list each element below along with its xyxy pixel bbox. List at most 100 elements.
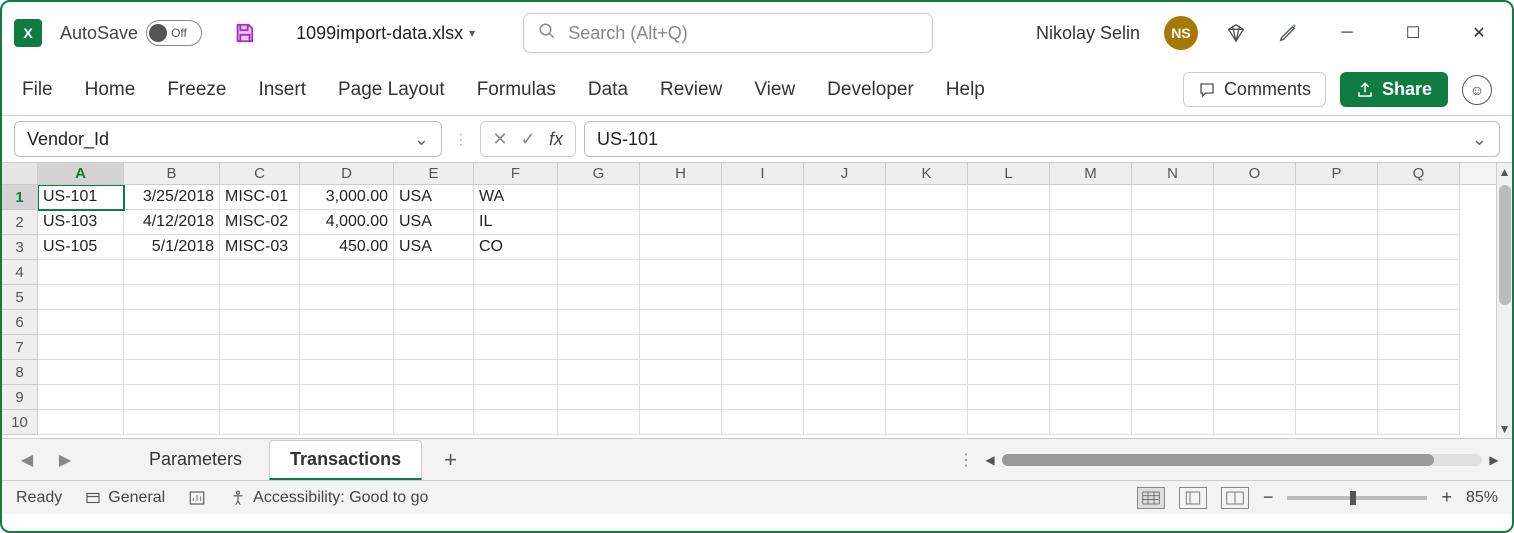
cell-A4[interactable] — [38, 260, 124, 285]
cell-L3[interactable] — [968, 235, 1050, 260]
cell-M9[interactable] — [1050, 385, 1132, 410]
zoom-in-button[interactable]: + — [1441, 487, 1452, 508]
zoom-out-button[interactable]: − — [1263, 487, 1274, 508]
col-header-I[interactable]: I — [722, 163, 804, 184]
cell-I9[interactable] — [722, 385, 804, 410]
cell-I1[interactable] — [722, 185, 804, 210]
horizontal-scrollbar[interactable]: ◀ ▶ — [982, 452, 1502, 468]
row-header-6[interactable]: 6 — [2, 310, 38, 335]
cell-B2[interactable]: 4/12/2018 — [124, 210, 220, 235]
cell-D10[interactable] — [300, 410, 394, 435]
cell-E4[interactable] — [394, 260, 474, 285]
cell-P4[interactable] — [1296, 260, 1378, 285]
cell-F7[interactable] — [474, 335, 558, 360]
stats-icon[interactable] — [187, 489, 207, 507]
cell-E6[interactable] — [394, 310, 474, 335]
maximize-button[interactable]: ☐ — [1392, 23, 1434, 43]
cell-J4[interactable] — [804, 260, 886, 285]
row-header-2[interactable]: 2 — [2, 210, 38, 235]
cell-B6[interactable] — [124, 310, 220, 335]
cell-O6[interactable] — [1214, 310, 1296, 335]
col-header-M[interactable]: M — [1050, 163, 1132, 184]
cell-O1[interactable] — [1214, 185, 1296, 210]
col-header-J[interactable]: J — [804, 163, 886, 184]
cell-J2[interactable] — [804, 210, 886, 235]
cell-O8[interactable] — [1214, 360, 1296, 385]
cell-B9[interactable] — [124, 385, 220, 410]
cells-area[interactable]: US-1013/25/2018MISC-013,000.00USAWAUS-10… — [38, 185, 1496, 438]
cell-M2[interactable] — [1050, 210, 1132, 235]
row-header-7[interactable]: 7 — [2, 335, 38, 360]
page-layout-view-button[interactable] — [1179, 487, 1207, 509]
cell-N5[interactable] — [1132, 285, 1214, 310]
cell-P1[interactable] — [1296, 185, 1378, 210]
cell-Q4[interactable] — [1378, 260, 1460, 285]
cell-G5[interactable] — [558, 285, 640, 310]
ribbon-tab-file[interactable]: File — [22, 79, 53, 101]
normal-view-button[interactable] — [1137, 487, 1165, 509]
cell-N3[interactable] — [1132, 235, 1214, 260]
cell-E9[interactable] — [394, 385, 474, 410]
cell-E10[interactable] — [394, 410, 474, 435]
cell-D7[interactable] — [300, 335, 394, 360]
cell-M8[interactable] — [1050, 360, 1132, 385]
ribbon-tab-home[interactable]: Home — [85, 79, 136, 101]
cell-Q6[interactable] — [1378, 310, 1460, 335]
cell-G6[interactable] — [558, 310, 640, 335]
cell-G10[interactable] — [558, 410, 640, 435]
col-header-B[interactable]: B — [124, 163, 220, 184]
cell-E7[interactable] — [394, 335, 474, 360]
cell-I6[interactable] — [722, 310, 804, 335]
cell-C2[interactable]: MISC-02 — [220, 210, 300, 235]
cell-M10[interactable] — [1050, 410, 1132, 435]
hscroll-thumb[interactable] — [1002, 454, 1434, 466]
cell-O9[interactable] — [1214, 385, 1296, 410]
row-header-5[interactable]: 5 — [2, 285, 38, 310]
cell-I8[interactable] — [722, 360, 804, 385]
col-header-H[interactable]: H — [640, 163, 722, 184]
more-options-icon[interactable]: ⋮ — [958, 450, 974, 470]
share-button[interactable]: Share — [1340, 72, 1448, 107]
col-header-F[interactable]: F — [474, 163, 558, 184]
cell-P8[interactable] — [1296, 360, 1378, 385]
col-header-K[interactable]: K — [886, 163, 968, 184]
accept-formula-button[interactable]: ✓ — [515, 129, 541, 150]
cell-L9[interactable] — [968, 385, 1050, 410]
expand-formula-icon[interactable]: ⌄ — [1472, 129, 1487, 150]
cell-C4[interactable] — [220, 260, 300, 285]
vscroll-thumb[interactable] — [1499, 185, 1511, 305]
row-header-8[interactable]: 8 — [2, 360, 38, 385]
cell-J9[interactable] — [804, 385, 886, 410]
cell-B7[interactable] — [124, 335, 220, 360]
cell-H5[interactable] — [640, 285, 722, 310]
cell-E1[interactable]: USA — [394, 185, 474, 210]
row-header-1[interactable]: 1 — [2, 185, 38, 210]
cell-B10[interactable] — [124, 410, 220, 435]
cell-F5[interactable] — [474, 285, 558, 310]
cell-N6[interactable] — [1132, 310, 1214, 335]
cell-F6[interactable] — [474, 310, 558, 335]
cell-O4[interactable] — [1214, 260, 1296, 285]
name-box[interactable]: Vendor_Id ⌄ — [14, 121, 442, 157]
cell-Q8[interactable] — [1378, 360, 1460, 385]
cell-A8[interactable] — [38, 360, 124, 385]
ribbon-tab-developer[interactable]: Developer — [827, 79, 914, 101]
cell-N7[interactable] — [1132, 335, 1214, 360]
ribbon-tab-review[interactable]: Review — [660, 79, 722, 101]
cell-Q7[interactable] — [1378, 335, 1460, 360]
cell-A7[interactable] — [38, 335, 124, 360]
col-header-L[interactable]: L — [968, 163, 1050, 184]
cell-M3[interactable] — [1050, 235, 1132, 260]
scroll-down-icon[interactable]: ▼ — [1497, 420, 1513, 438]
cell-A1[interactable]: US-101 — [38, 185, 124, 210]
row-header-9[interactable]: 9 — [2, 385, 38, 410]
cell-D6[interactable] — [300, 310, 394, 335]
zoom-knob[interactable] — [1350, 491, 1356, 505]
cell-O10[interactable] — [1214, 410, 1296, 435]
minimize-button[interactable]: ─ — [1326, 24, 1368, 42]
cell-Q3[interactable] — [1378, 235, 1460, 260]
cell-E2[interactable]: USA — [394, 210, 474, 235]
cell-P6[interactable] — [1296, 310, 1378, 335]
cell-Q1[interactable] — [1378, 185, 1460, 210]
cell-J5[interactable] — [804, 285, 886, 310]
